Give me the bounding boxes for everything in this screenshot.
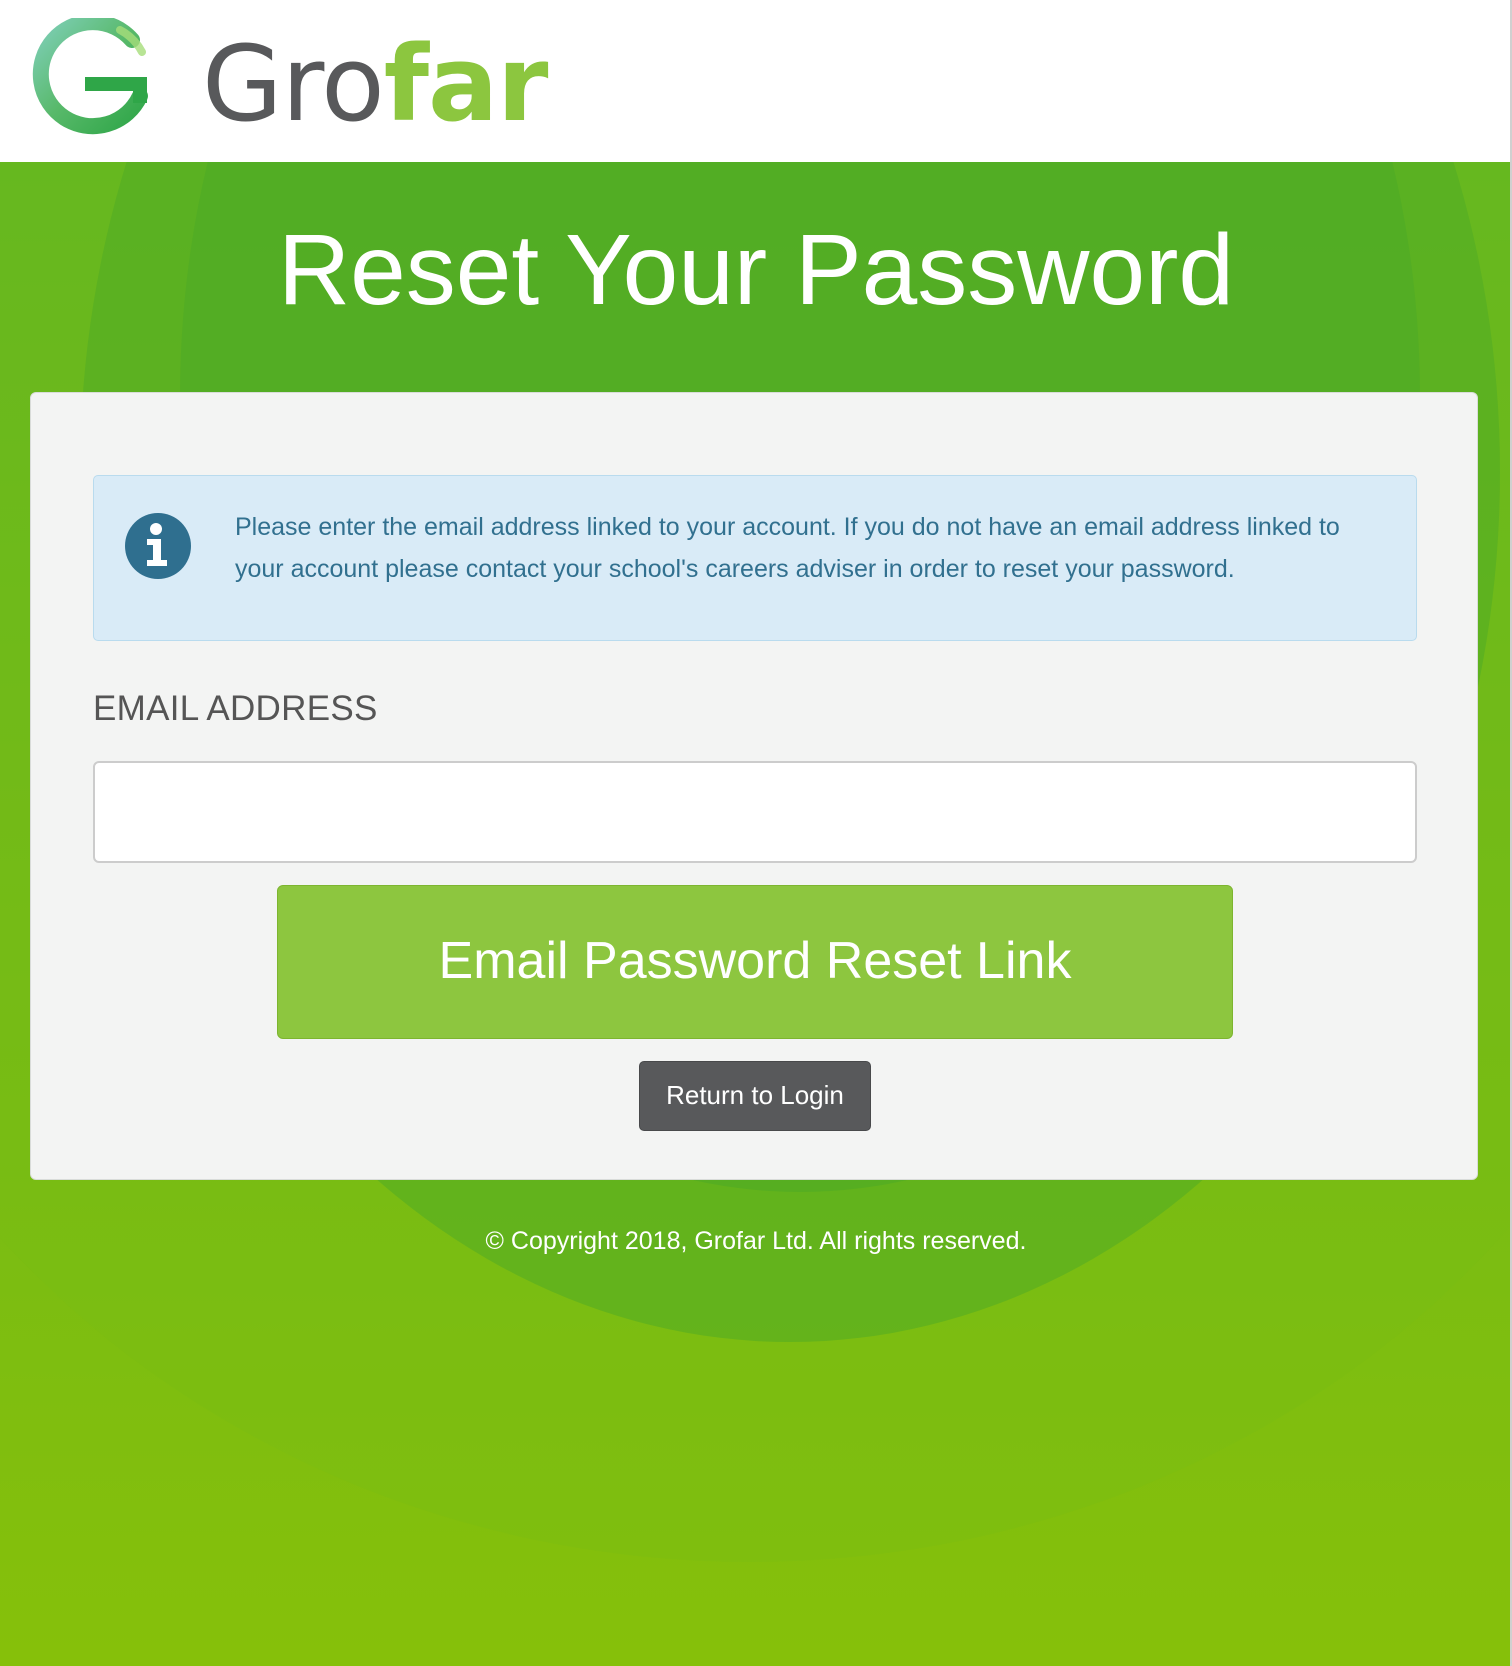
copyright-text: © Copyright 2018, Grofar Ltd. All rights…	[485, 1227, 1027, 1255]
info-icon	[125, 513, 191, 579]
logo-text-far: far	[383, 23, 549, 145]
return-to-login-button[interactable]: Return to Login	[639, 1061, 871, 1131]
email-address-input[interactable]	[93, 761, 1417, 863]
email-password-reset-link-button[interactable]: Email Password Reset Link	[277, 885, 1233, 1039]
reset-password-card: Please enter the email address linked to…	[30, 392, 1478, 1180]
email-address-label: EMAIL ADDRESS	[93, 689, 378, 728]
grofar-logo-icon	[32, 18, 148, 135]
brand-logo-text: Grofar	[202, 22, 549, 146]
logo-text-gro: Gro	[202, 23, 385, 145]
info-alert-text: Please enter the email address linked to…	[235, 513, 1340, 583]
info-alert: Please enter the email address linked to…	[93, 475, 1417, 641]
reset-password-page: Grofar Reset Your Password Please enter …	[0, 0, 1512, 1666]
page-title: Reset Your Password	[277, 214, 1235, 326]
header: Grofar	[0, 0, 1512, 162]
